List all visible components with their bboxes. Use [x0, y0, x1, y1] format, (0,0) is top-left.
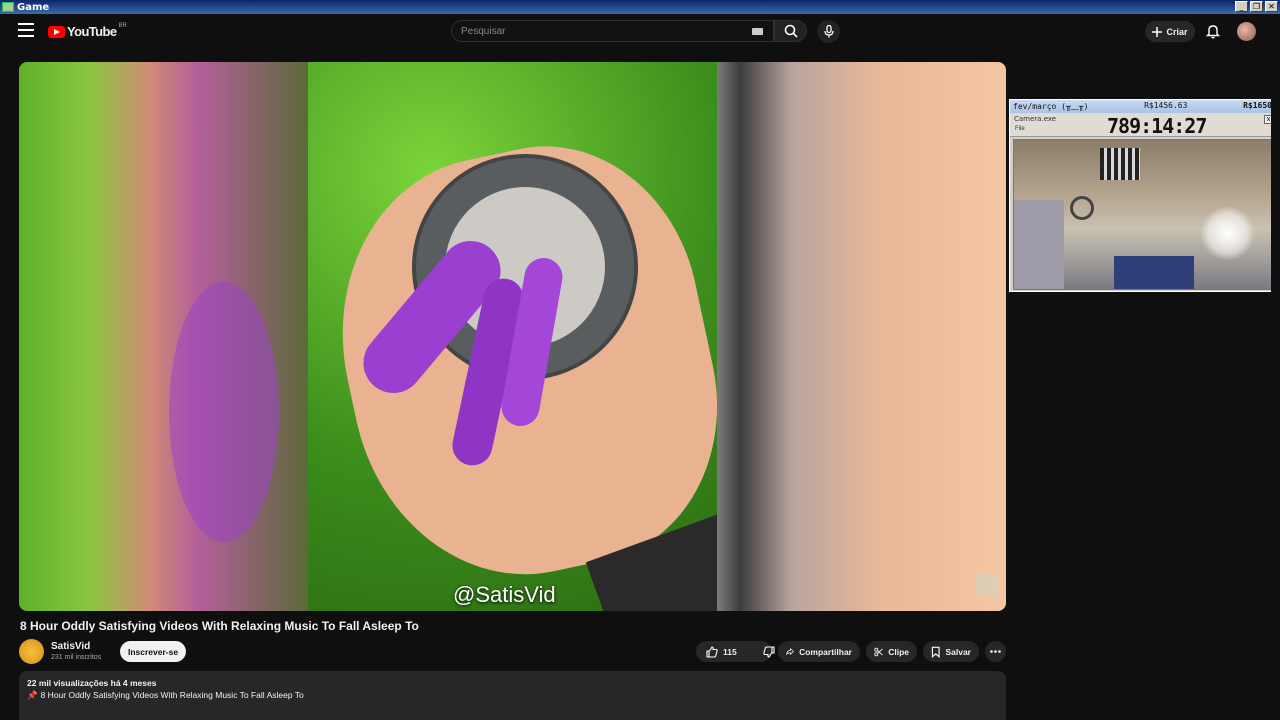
search-button[interactable]: [774, 20, 807, 42]
maximize-button[interactable]: ❐: [1250, 1, 1263, 12]
camera-window-titlebar: Camera.exe File 789:14:27 x: [1010, 113, 1275, 138]
search-icon: [784, 24, 798, 38]
menu-icon[interactable]: [18, 23, 34, 37]
camera-window-title: Camera.exe: [1014, 115, 1057, 123]
share-label: Compartilhar: [799, 646, 852, 657]
plus-icon: [1152, 26, 1163, 37]
close-button[interactable]: ✕: [1265, 1, 1278, 12]
channel-name[interactable]: SatisVid: [51, 641, 90, 652]
minimize-button[interactable]: _: [1235, 1, 1248, 12]
video-blur-right: [717, 62, 1006, 611]
window-titlebar: Game _ ❐ ✕: [0, 0, 1280, 14]
more-actions-button[interactable]: [985, 641, 1006, 662]
youtube-play-icon: [48, 25, 65, 38]
notifications-bell-icon[interactable]: [1205, 23, 1221, 39]
donation-amount: R$1456.63: [1144, 101, 1188, 110]
page-scrollbar[interactable]: [1271, 14, 1280, 720]
microphone-icon: [823, 25, 834, 38]
webcam-feed: [1013, 139, 1274, 290]
window-title: Game: [17, 1, 50, 13]
more-horizontal-icon: [990, 650, 1001, 653]
description-line: 📌 8 Hour Oddly Satisfying Videos With Rel…: [27, 690, 998, 701]
video-title: 8 Hour Oddly Satisfying Videos With Rela…: [20, 619, 419, 633]
thumbs-up-icon: [706, 645, 718, 658]
bookmark-icon: [931, 646, 940, 658]
voice-search-button[interactable]: [817, 20, 840, 43]
file-menu[interactable]: File: [1015, 126, 1025, 132]
save-button[interactable]: Salvar: [923, 641, 979, 662]
video-frame: [308, 62, 717, 611]
donation-bar: fev/março (╥﹏╥) R$1456.63 R$1650: [1010, 100, 1275, 113]
logo-text: YouTube: [67, 24, 117, 39]
scissors-icon: [874, 647, 883, 656]
yt-header: YouTube BR Criar: [0, 14, 1280, 48]
stream-overlay-widget: fev/março (╥﹏╥) R$1456.63 R$1650 Camera.…: [1009, 99, 1276, 292]
description-text: 8 Hour Oddly Satisfying Videos With Rela…: [40, 690, 304, 700]
search-input[interactable]: [452, 21, 773, 42]
search-box: [451, 20, 774, 42]
description-box[interactable]: 22 mil visualizações há 4 meses 📌 8 Hour …: [19, 671, 1006, 720]
create-button[interactable]: Criar: [1145, 21, 1195, 42]
video-player[interactable]: @SatisVid: [19, 62, 1006, 611]
subscriber-count: 231 mil inscritos: [51, 654, 102, 661]
stream-timer: 789:14:27: [1107, 114, 1207, 138]
subscribe-button[interactable]: Inscrever-se: [120, 641, 186, 662]
share-arrow-icon: [786, 647, 794, 656]
clip-label: Clipe: [888, 646, 909, 657]
view-count-date: 22 mil visualizações há 4 meses: [27, 678, 157, 688]
share-button[interactable]: Compartilhar: [778, 641, 860, 662]
video-blur-left: [19, 62, 308, 611]
pushpin-icon: 📌: [27, 690, 38, 700]
youtube-logo[interactable]: YouTube BR: [48, 22, 127, 39]
channel-watermark-logo[interactable]: [975, 573, 998, 596]
keyboard-icon[interactable]: [752, 28, 763, 35]
clip-button[interactable]: Clipe: [866, 641, 917, 662]
video-watermark: @SatisVid: [453, 582, 556, 607]
donation-period: fev/março (╥﹏╥): [1013, 102, 1089, 111]
like-dislike-group: 115: [696, 641, 775, 662]
save-label: Salvar: [945, 646, 971, 657]
create-label: Criar: [1166, 26, 1188, 37]
like-button[interactable]: 115: [696, 641, 745, 662]
like-count: 115: [723, 646, 737, 657]
channel-avatar[interactable]: [19, 639, 44, 664]
app-icon: [2, 2, 14, 12]
user-avatar[interactable]: [1237, 22, 1256, 41]
donation-goal: R$1650: [1243, 101, 1272, 110]
thumbs-down-icon: [763, 645, 775, 658]
country-code: BR: [118, 22, 127, 29]
